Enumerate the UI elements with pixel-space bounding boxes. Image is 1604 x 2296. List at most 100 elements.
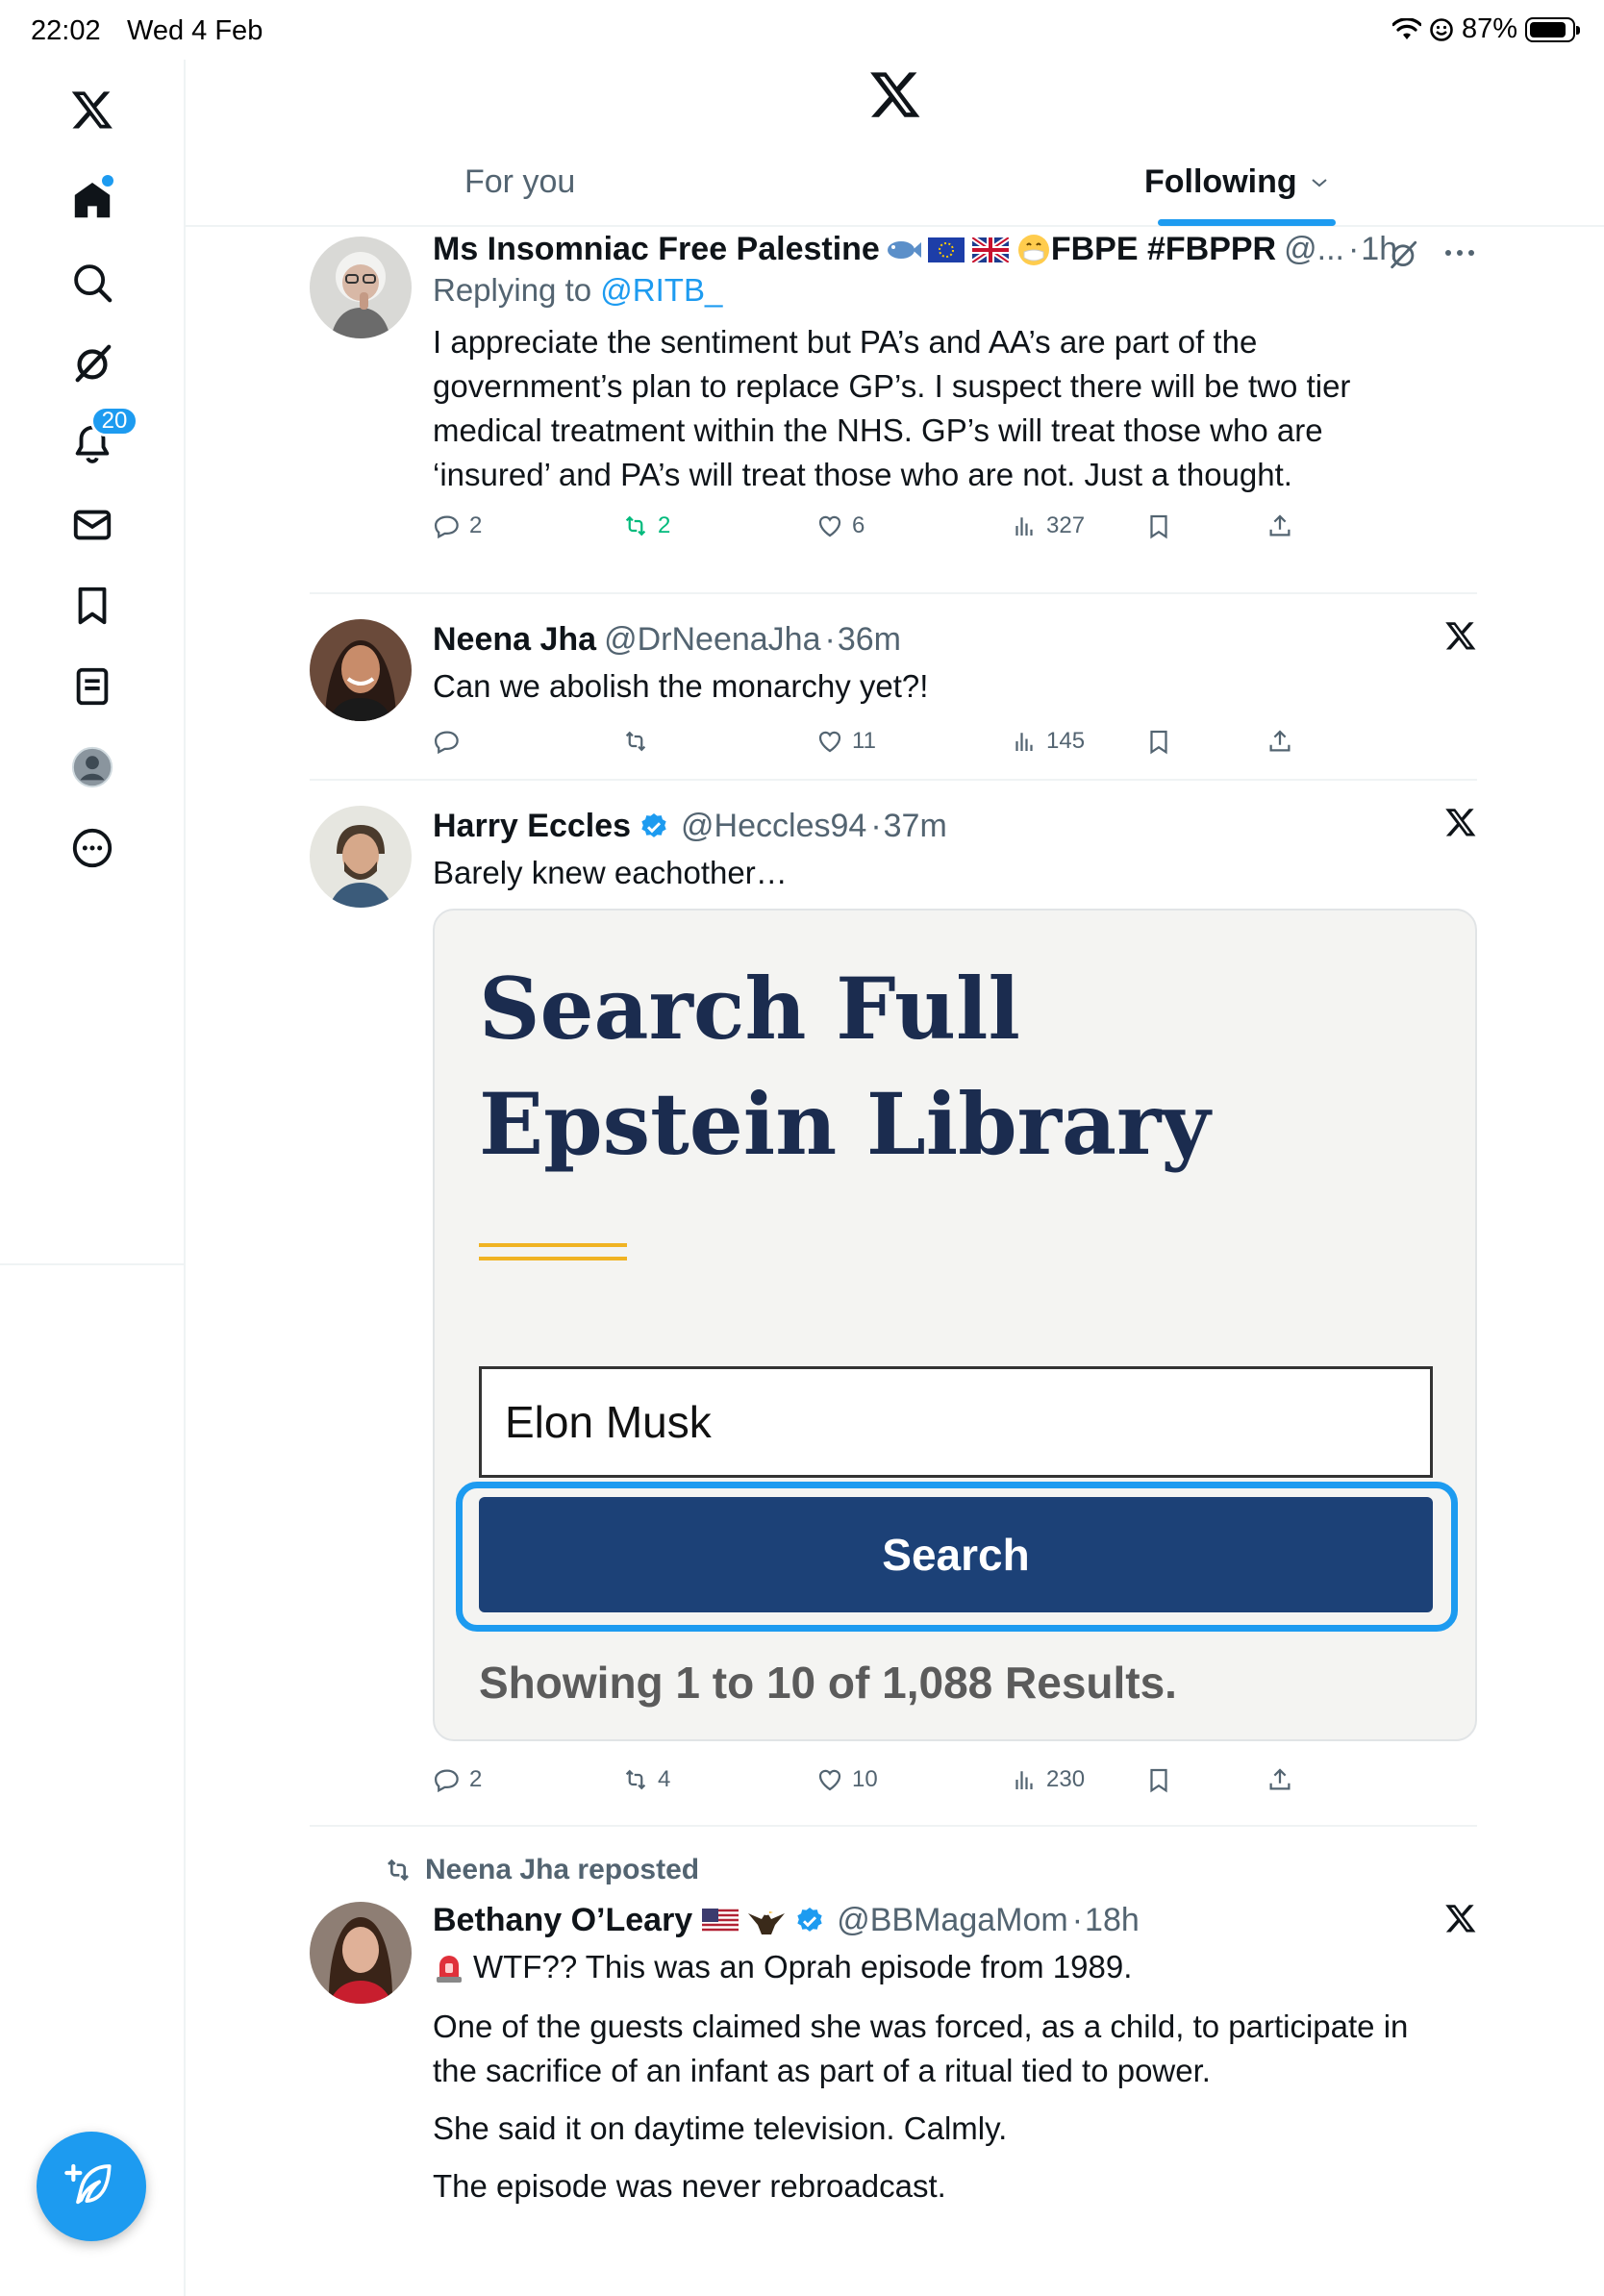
card-search-input: Elon Musk xyxy=(479,1366,1433,1478)
grok-icon[interactable] xyxy=(63,335,121,392)
share-icon xyxy=(1269,1768,1291,1790)
card-results-text: Showing 1 to 10 of 1,088 Results. xyxy=(479,1658,1177,1708)
like-icon xyxy=(818,1769,841,1791)
like-button[interactable]: 10 xyxy=(815,1765,878,1794)
grok-icon[interactable] xyxy=(1387,238,1419,271)
bell-icon[interactable]: 20 xyxy=(63,406,138,473)
like-button[interactable]: 11 xyxy=(815,727,876,756)
reply-icon xyxy=(434,731,459,755)
uk-flag-icon xyxy=(971,237,1009,262)
repost-button[interactable] xyxy=(621,727,658,756)
like-icon xyxy=(818,515,841,537)
avatar[interactable] xyxy=(310,619,412,721)
verified-icon xyxy=(797,1907,822,1932)
repost-button[interactable]: 2 xyxy=(621,512,670,540)
tweet-text: The episode was never rebroadcast. xyxy=(433,2168,946,2204)
notification-badge: 20 xyxy=(90,406,138,437)
views-icon xyxy=(1015,1771,1033,1789)
more-icon[interactable] xyxy=(1444,248,1475,258)
avatar[interactable] xyxy=(310,1902,412,2004)
sidebar-nav: 20 xyxy=(0,60,186,1265)
repost-icon xyxy=(625,1769,646,1790)
views-icon xyxy=(1015,733,1033,751)
bookmark-icon xyxy=(1150,514,1167,539)
author-name[interactable]: Bethany O’Leary xyxy=(433,1902,692,1939)
views-count: 230 xyxy=(1046,1766,1086,1792)
author-handle[interactable]: @Heccles94 xyxy=(681,808,866,845)
tweet-media-card[interactable]: Search Full Epstein Library Elon Musk Se… xyxy=(433,909,1477,1741)
author-handle[interactable]: @DrNeenaJha xyxy=(604,621,820,659)
like-count: 11 xyxy=(852,728,876,754)
reply-button[interactable]: 2 xyxy=(433,512,482,540)
views-button[interactable]: 145 xyxy=(1010,727,1085,756)
profile-icon[interactable] xyxy=(63,738,121,796)
repost-button[interactable]: 4 xyxy=(621,1765,670,1794)
reply-handle-link[interactable]: @RITB_ xyxy=(600,272,722,308)
author-handle[interactable]: @BBMagaMom xyxy=(837,1902,1067,1939)
views-button[interactable]: 327 xyxy=(1010,512,1085,540)
bookmark-button[interactable] xyxy=(1144,727,1173,756)
x-logo-icon[interactable] xyxy=(63,81,121,138)
tweet[interactable]: Harry Eccles @Heccles94 · 37m Barely kne… xyxy=(310,781,1477,1827)
author-name[interactable]: Harry Eccles xyxy=(433,808,631,845)
repost-icon xyxy=(625,515,646,537)
x-logo-icon[interactable] xyxy=(1444,806,1477,838)
tweet-time[interactable]: 36m xyxy=(838,621,901,659)
share-button[interactable] xyxy=(1266,1765,1294,1794)
share-icon xyxy=(1269,514,1291,537)
avatar[interactable] xyxy=(310,806,412,908)
like-button[interactable]: 6 xyxy=(815,512,865,540)
face-mask-emoji-icon xyxy=(1017,234,1049,265)
tweet-actions: 2 4 10 230 xyxy=(433,1760,1477,1799)
reply-button[interactable]: 2 xyxy=(433,1765,482,1794)
chevron-down-icon[interactable] xyxy=(1311,177,1328,188)
tweet-text: She said it on daytime television. Calml… xyxy=(433,2110,1008,2146)
author-name[interactable]: Ms Insomniac Free Palestine xyxy=(433,231,880,268)
avatar[interactable] xyxy=(310,237,412,338)
like-count: 6 xyxy=(852,512,865,538)
share-icon xyxy=(1269,730,1291,752)
mail-icon[interactable] xyxy=(63,496,121,554)
card-rule-top xyxy=(479,1243,627,1247)
timeline-feed: Ms Insomniac Free Palestine FBPE #FBPPR … xyxy=(310,227,1477,2296)
bookmark-icon[interactable] xyxy=(63,577,121,635)
x-logo-icon[interactable] xyxy=(1444,619,1477,652)
tweet-text: I appreciate the sentiment but PA’s and … xyxy=(433,324,1351,492)
tab-for-you[interactable]: For you xyxy=(464,163,575,201)
share-button[interactable] xyxy=(1266,512,1294,540)
search-icon[interactable] xyxy=(63,254,121,312)
tweet-time[interactable]: 37m xyxy=(884,808,947,845)
lists-icon[interactable] xyxy=(63,658,121,715)
x-logo-icon xyxy=(870,72,920,117)
tweet[interactable]: Neena Jha reposted Bethany O’Leary @BBMa… xyxy=(310,1827,1477,2296)
separator-dot: · xyxy=(870,808,882,844)
tab-following[interactable]: Following xyxy=(1144,163,1328,201)
repost-label[interactable]: Neena Jha reposted xyxy=(425,1854,699,1886)
reply-button[interactable] xyxy=(433,727,469,756)
home-icon[interactable] xyxy=(63,171,121,229)
status-date: Wed 4 Feb xyxy=(127,15,263,46)
like-count: 10 xyxy=(852,1766,878,1792)
bookmark-button[interactable] xyxy=(1144,1765,1173,1794)
tweet[interactable]: Neena Jha @DrNeenaJha · 36m Can we aboli… xyxy=(310,594,1477,781)
x-logo-icon[interactable] xyxy=(1444,1902,1477,1934)
separator-dot: · xyxy=(824,621,836,658)
compose-button[interactable] xyxy=(37,2132,146,2241)
tweet[interactable]: Ms Insomniac Free Palestine FBPE #FBPPR … xyxy=(310,227,1477,594)
more-icon[interactable] xyxy=(63,819,121,877)
tweet-text-line: WTF?? This was an Oprah episode from 198… xyxy=(433,1945,1477,1989)
share-button[interactable] xyxy=(1266,727,1294,756)
reply-count: 2 xyxy=(469,512,483,538)
status-bar: 22:02 Wed 4 Feb 87% xyxy=(0,0,1604,60)
status-time: 22:02 xyxy=(31,15,101,46)
reply-count: 2 xyxy=(469,1766,483,1792)
tweet-time[interactable]: 18h xyxy=(1085,1902,1140,1939)
author-handle[interactable]: @... xyxy=(1284,231,1344,268)
reply-icon xyxy=(434,515,459,539)
tweet-text: One of the guests claimed she was forced… xyxy=(433,2009,1409,2088)
author-name[interactable]: Neena Jha xyxy=(433,621,596,659)
repost-count: 2 xyxy=(658,512,671,538)
views-button[interactable]: 230 xyxy=(1010,1765,1085,1794)
bookmark-button[interactable] xyxy=(1144,512,1173,540)
battery-percent: 87% xyxy=(1461,13,1517,44)
